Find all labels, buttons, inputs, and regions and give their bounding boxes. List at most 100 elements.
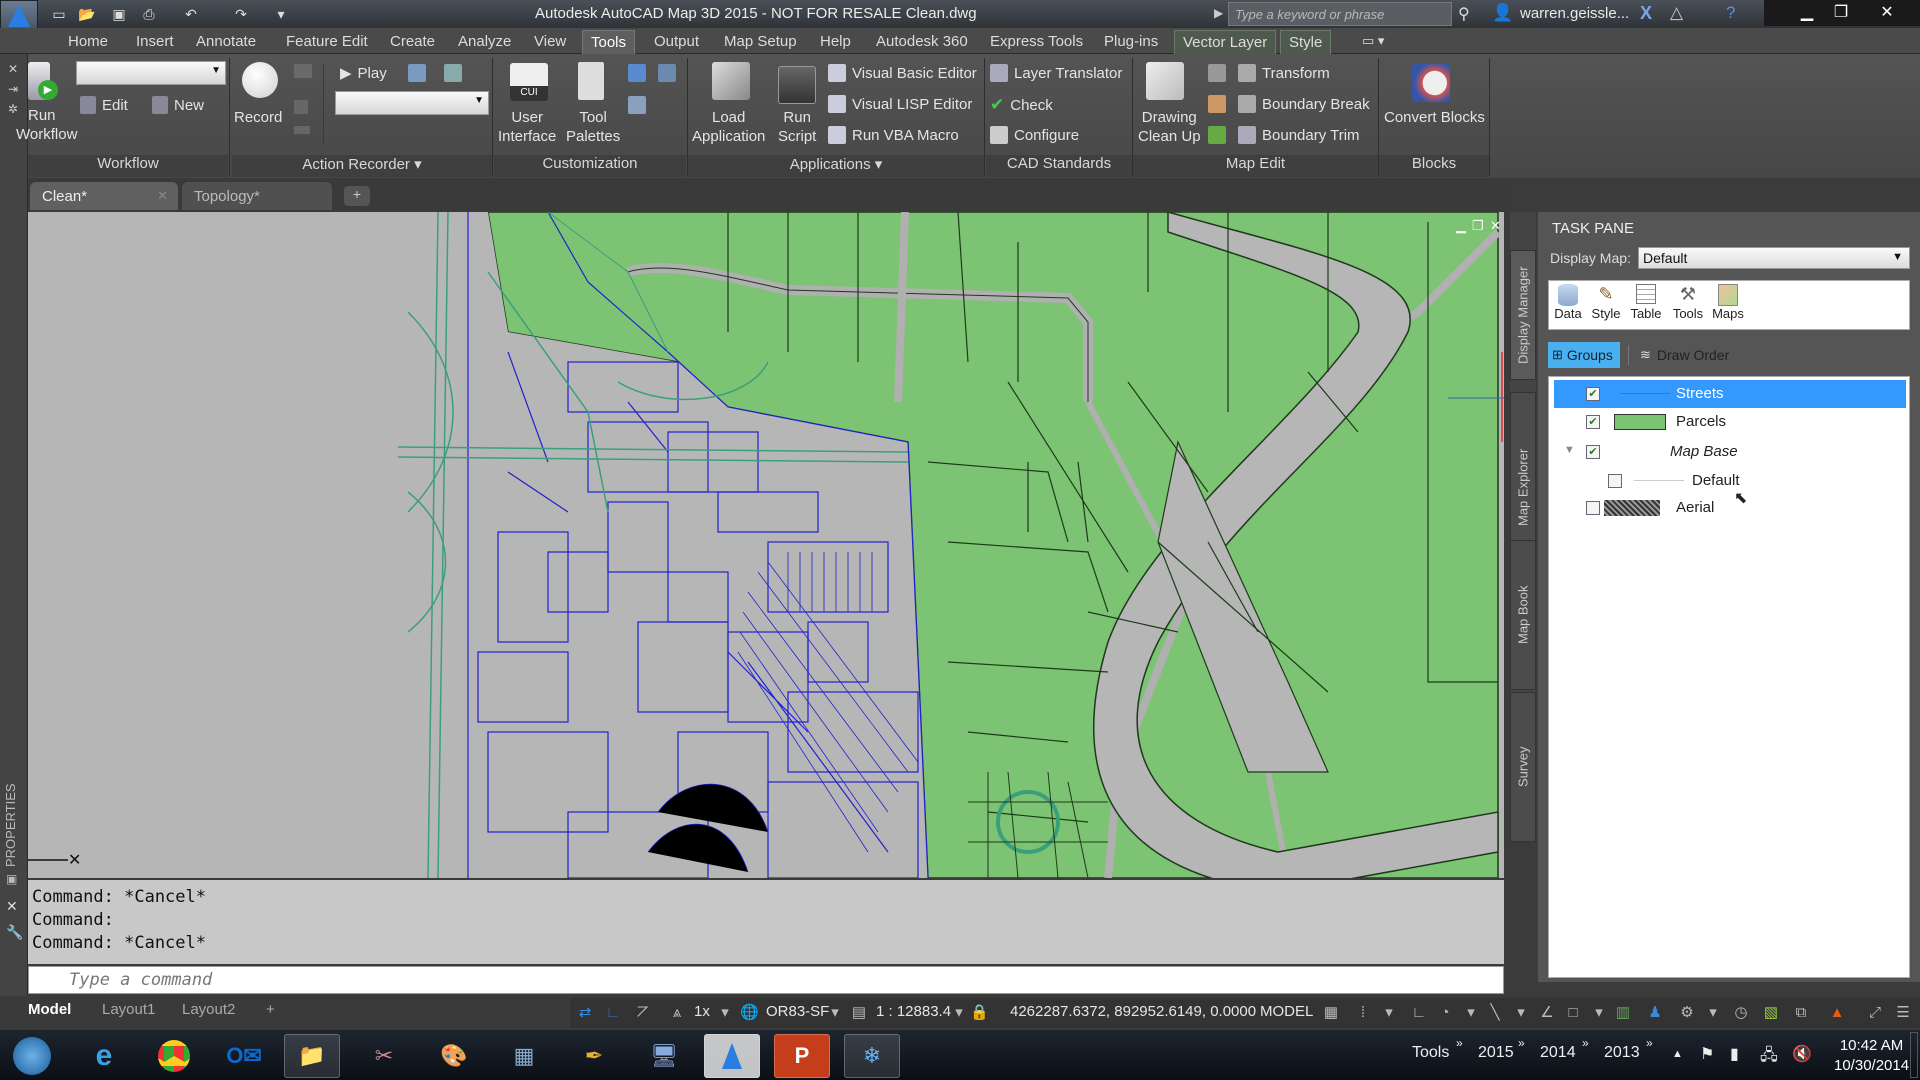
hardware-acceleration-icon[interactable]: ▧ (1762, 1004, 1780, 1022)
expand-search-icon[interactable]: ▶ (1214, 6, 1223, 20)
selection-filter-icon[interactable]: ⧉ (1792, 1004, 1810, 1022)
action-tree-icon[interactable] (408, 64, 426, 82)
check-standards-button[interactable]: ✔ Check (990, 95, 1053, 115)
action-manager-icon[interactable] (444, 64, 462, 82)
action-center-icon[interactable]: ⚑ (1700, 1044, 1714, 1064)
remote-desktop-icon[interactable]: 🖥 (636, 1034, 692, 1078)
run-vba-macro-button[interactable]: Run VBA Macro (828, 126, 959, 144)
panel-title-action-recorder[interactable]: Action Recorder ▾ (232, 155, 492, 177)
tab-plug-ins[interactable]: Plug-ins (1096, 30, 1166, 54)
properties-palette-icon[interactable]: ▣ (6, 872, 17, 886)
groups-view-button[interactable]: ⊞ Groups (1548, 342, 1620, 368)
object-snap-icon[interactable]: □ (1564, 1004, 1582, 1022)
save-icon[interactable]: ▣ (108, 3, 130, 25)
cursor-coordinates[interactable]: 4262287.6372, 892952.6149, 0.0000 (1010, 1003, 1256, 1020)
user-interface-button[interactable]: User Interface (498, 108, 556, 146)
draw-order-view-button[interactable]: ≋ Draw Order (1640, 342, 1729, 368)
new-icon[interactable]: ▭ (48, 3, 70, 25)
help-search-input[interactable]: Type a keyword or phrase (1228, 2, 1452, 26)
tab-vector-layer[interactable]: Vector Layer (1174, 30, 1277, 54)
volume-muted-icon[interactable]: 🔇 (1792, 1044, 1812, 1064)
undo-icon[interactable]: ↶ (180, 3, 202, 25)
layer-item-streets[interactable]: ✔ Streets (1554, 380, 1906, 408)
style-button[interactable]: ✎ Style (1586, 284, 1626, 321)
map-edit-tool-3-icon[interactable] (1208, 126, 1226, 144)
drawing-canvas[interactable]: ▁ ❐ ✕ ✕ (28, 212, 1504, 878)
workspace-gear-icon[interactable]: ⚙ (1678, 1004, 1696, 1022)
layer-visibility-checkbox[interactable]: ✔ (1586, 445, 1600, 459)
customize-quick-access-icon[interactable]: ▾ (270, 3, 292, 25)
tab-view[interactable]: View (526, 30, 574, 54)
minimize-ribbon-icon[interactable]: ▭ ▾ (1362, 33, 1384, 49)
isolate-objects-icon[interactable]: ◷ (1732, 1004, 1750, 1022)
ortho-mode-icon[interactable]: ∟ (1410, 1004, 1428, 1022)
layer-item-default[interactable]: Default (1554, 467, 1906, 495)
command-customize-icon[interactable]: 🔧 (6, 924, 23, 941)
new-workflow-button[interactable]: New (152, 96, 204, 114)
layer-icon[interactable]: ▥ (1614, 1004, 1632, 1022)
polar-icon[interactable]: ⦢ (634, 1004, 652, 1022)
tab-express-tools[interactable]: Express Tools (982, 30, 1091, 54)
layer-visibility-checkbox[interactable] (1586, 501, 1600, 515)
play-macro-button[interactable]: ▶ Play (340, 64, 387, 83)
sign-in-user[interactable]: warren.geissle... (1520, 5, 1629, 22)
restore-icon[interactable]: ❐ (1822, 0, 1860, 24)
outlook-icon[interactable]: O✉ (216, 1034, 272, 1078)
taskbar-toolbar-tools[interactable]: Tools (1412, 1044, 1449, 1062)
network-icon[interactable]: 🖧 (1760, 1044, 1778, 1071)
layout-tab-layout2[interactable]: Layout2 (172, 998, 245, 1022)
palette-close-icon[interactable]: ✕ (8, 62, 18, 76)
fullscreen-icon[interactable]: ⤢ (1866, 1004, 1884, 1022)
insert-message-icon[interactable] (294, 64, 312, 78)
boundary-break-button[interactable]: Boundary Break (1238, 95, 1370, 113)
convert-blocks-button[interactable]: Convert Blocks (1384, 108, 1485, 127)
minimize-icon[interactable]: ▁ (1788, 0, 1826, 24)
binoculars-icon[interactable]: ⚲ (1458, 4, 1470, 24)
run-workflow-button[interactable]: Run Workflow (16, 106, 77, 144)
chrome-icon[interactable] (146, 1034, 202, 1078)
powerpoint-icon[interactable]: P (774, 1034, 830, 1078)
boundary-trim-button[interactable]: Boundary Trim (1238, 126, 1360, 144)
table-button[interactable]: Table (1626, 284, 1666, 321)
palette-autohide-icon[interactable]: ⇥ (8, 82, 18, 96)
coordinate-system[interactable]: OR83-SF (766, 1003, 829, 1020)
workflow-select[interactable] (76, 61, 226, 85)
warning-icon[interactable]: ▲ (1828, 1004, 1846, 1022)
isometric-icon[interactable]: ╲ (1486, 1004, 1504, 1022)
run-script-button[interactable]: Run Script (778, 108, 816, 146)
transform-button[interactable]: Transform (1238, 64, 1330, 82)
tab-home[interactable]: Home (60, 30, 116, 54)
tab-map-setup[interactable]: Map Setup (716, 30, 805, 54)
side-tab-survey[interactable]: Survey (1510, 692, 1536, 842)
tab-style[interactable]: Style (1280, 30, 1332, 54)
dropdown-icon[interactable]: ▾ (1512, 1004, 1530, 1022)
layer-item-aerial[interactable]: Aerial (1554, 494, 1906, 522)
command-input[interactable]: Type a command (28, 966, 1504, 994)
annotation-scale-value[interactable]: 1x (694, 1003, 710, 1020)
palette-properties-icon[interactable]: ✲ (8, 102, 18, 116)
map-scale-value[interactable]: 1 : 12883.4 (876, 1003, 951, 1020)
display-map-select[interactable]: Default (1638, 247, 1910, 269)
tab-feature-edit[interactable]: Feature Edit (278, 30, 376, 54)
paint-icon[interactable]: 🎨 (426, 1034, 482, 1078)
layer-visibility-checkbox[interactable]: ✔ (1586, 387, 1600, 401)
layout-tab-layout1[interactable]: Layout1 (92, 998, 165, 1022)
layer-item-parcels[interactable]: ✔ Parcels (1554, 408, 1906, 436)
start-button[interactable] (4, 1034, 60, 1078)
chevron-icon[interactable]: » (1456, 1036, 1463, 1050)
chevron-icon[interactable]: » (1582, 1036, 1589, 1050)
calculator-icon[interactable]: ▦ (496, 1034, 552, 1078)
data-button[interactable]: Data (1548, 284, 1588, 321)
open-icon[interactable]: 📂 (76, 3, 98, 25)
drawing-cleanup-button[interactable]: Drawing Clean Up (1138, 108, 1201, 146)
internet-explorer-icon[interactable]: e (76, 1034, 132, 1078)
taskbar-toolbar-2013[interactable]: 2013 (1604, 1044, 1640, 1062)
layer-visibility-checkbox[interactable]: ✔ (1586, 415, 1600, 429)
request-input-icon[interactable] (294, 100, 308, 114)
dropdown-icon[interactable]: ▾ (1380, 1004, 1398, 1022)
autodesk-360-icon[interactable]: △ (1670, 3, 1683, 23)
doc-tab-clean[interactable]: Clean* ✕ (30, 182, 178, 210)
load-application-button[interactable]: Load Application (692, 108, 765, 146)
redo-icon[interactable]: ↷ (230, 3, 252, 25)
tab-tools[interactable]: Tools (582, 30, 636, 54)
